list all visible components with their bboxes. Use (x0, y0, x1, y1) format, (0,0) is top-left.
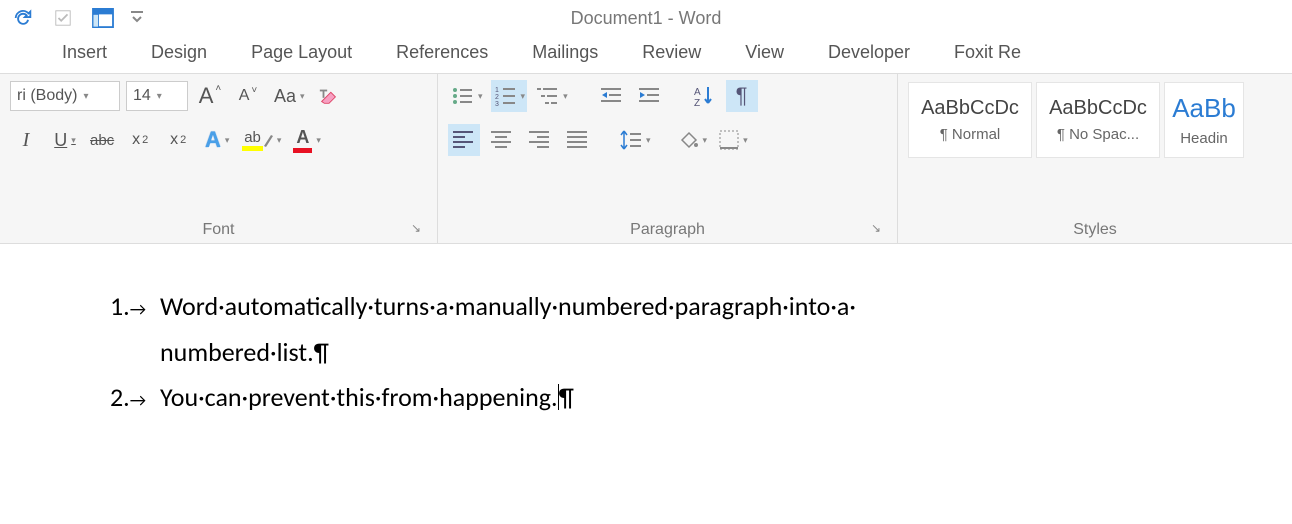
numbering-icon: 123 (495, 86, 517, 106)
align-left-button[interactable] (448, 124, 480, 156)
multilevel-list-button[interactable]: ▾ (533, 80, 570, 112)
superscript-button[interactable]: x2 (162, 124, 194, 156)
window-icon[interactable] (88, 3, 118, 33)
shading-button[interactable]: ▾ (675, 124, 710, 156)
borders-button[interactable]: ▾ (715, 124, 750, 156)
tab-design[interactable]: Design (129, 34, 229, 73)
tab-insert[interactable]: Insert (40, 34, 129, 73)
tab-mark-icon: → (130, 298, 146, 320)
bucket-icon (679, 130, 699, 150)
font-color-button[interactable]: A▾ (289, 124, 323, 156)
chevron-down-icon: ▾ (646, 135, 651, 146)
chevron-down-icon: ▾ (703, 135, 708, 146)
style-heading[interactable]: AaBb Headin (1164, 82, 1244, 158)
styles-group-label: Styles (1073, 221, 1117, 239)
chevron-down-icon: ▾ (225, 135, 230, 146)
clear-formatting-button[interactable] (313, 80, 345, 112)
style-no-spacing[interactable]: AaBbCcDc ¶ No Spac... (1036, 82, 1160, 158)
chevron-down-icon: ▾ (300, 91, 305, 102)
font-size-value: 14 (133, 87, 151, 105)
window-title: Document1 - Word (0, 8, 1292, 29)
line-spacing-button[interactable]: ▾ (616, 124, 653, 156)
chevron-down-icon: ▾ (478, 91, 483, 102)
sort-icon: AZ (694, 85, 714, 107)
font-dialog-launcher-icon[interactable]: ↘ (411, 221, 427, 237)
subscript-button[interactable]: x2 (124, 124, 156, 156)
chevron-down-icon: ▾ (521, 91, 526, 102)
svg-text:3: 3 (495, 101, 499, 106)
chevron-down-icon: ▾ (743, 135, 748, 146)
chevron-down-icon: ▾ (83, 91, 88, 102)
multilevel-icon (537, 86, 559, 106)
justify-button[interactable] (562, 124, 594, 156)
tab-developer[interactable]: Developer (806, 34, 932, 73)
ribbon-tabs: Insert Design Page Layout References Mai… (0, 36, 1292, 74)
chevron-down-icon: ▾ (316, 135, 321, 146)
checkbox-icon[interactable] (48, 3, 78, 33)
chevron-down-icon: ▾ (277, 135, 282, 146)
underline-button[interactable]: U▾ (48, 124, 80, 156)
outdent-icon (601, 86, 623, 106)
align-right-button[interactable] (524, 124, 556, 156)
grow-font-button[interactable]: A˄ (194, 80, 226, 112)
align-center-icon (491, 131, 513, 149)
align-right-icon (529, 131, 551, 149)
justify-icon (567, 131, 589, 149)
redo-icon[interactable] (8, 3, 38, 33)
chevron-down-icon: ▾ (157, 91, 162, 102)
tab-review[interactable]: Review (620, 34, 723, 73)
document-canvas[interactable]: 1.→ Word·automatically·turns·a·manually·… (0, 244, 1292, 461)
svg-text:1: 1 (495, 87, 499, 94)
decrease-indent-button[interactable] (596, 80, 628, 112)
svg-text:A: A (694, 87, 701, 98)
font-size-combo[interactable]: 14 ▾ (126, 81, 188, 111)
tab-mark-icon: → (130, 389, 146, 411)
bullets-icon (452, 86, 474, 106)
font-group-label: Font (202, 221, 234, 239)
indent-icon (639, 86, 661, 106)
tab-view[interactable]: View (723, 34, 806, 73)
sort-button[interactable]: AZ (688, 80, 720, 112)
align-left-icon (453, 131, 475, 149)
tab-foxit[interactable]: Foxit Re (932, 34, 1043, 73)
eraser-icon (318, 85, 340, 107)
text-effects-button[interactable]: A▾ (200, 124, 232, 156)
qat-customize-icon[interactable] (128, 3, 146, 33)
change-case-button[interactable]: Aa▾ (270, 80, 307, 112)
highlight-button[interactable]: ab ▾ (238, 124, 283, 156)
numbering-button[interactable]: 123 ▾ (491, 80, 528, 112)
paragraph-group-label: Paragraph (630, 221, 705, 239)
svg-text:2: 2 (495, 94, 499, 101)
tab-mailings[interactable]: Mailings (510, 34, 620, 73)
font-name-value: ri (Body) (17, 87, 77, 105)
tab-references[interactable]: References (374, 34, 510, 73)
italic-button[interactable]: I (10, 124, 42, 156)
pen-icon (263, 132, 273, 148)
chevron-down-icon: ▾ (71, 135, 76, 146)
svg-text:Z: Z (694, 98, 700, 107)
tab-page-layout[interactable]: Page Layout (229, 34, 374, 73)
list-item: 1.→ Word·automatically·turns·a·manually·… (110, 284, 1182, 375)
chevron-down-icon: ▾ (563, 91, 568, 102)
line-spacing-icon (620, 130, 642, 150)
shrink-font-button[interactable]: A˅ (232, 80, 264, 112)
increase-indent-button[interactable] (634, 80, 666, 112)
list-item: 2.→ You·can·prevent·this·from·happening.… (110, 375, 1182, 421)
style-normal[interactable]: AaBbCcDc ¶ Normal (908, 82, 1032, 158)
strikethrough-button[interactable]: abc (86, 124, 118, 156)
font-name-combo[interactable]: ri (Body) ▾ (10, 81, 120, 111)
borders-icon (719, 130, 739, 150)
show-hide-marks-button[interactable]: ¶ (726, 80, 758, 112)
bullets-button[interactable]: ▾ (448, 80, 485, 112)
paragraph-dialog-launcher-icon[interactable]: ↘ (871, 221, 887, 237)
align-center-button[interactable] (486, 124, 518, 156)
